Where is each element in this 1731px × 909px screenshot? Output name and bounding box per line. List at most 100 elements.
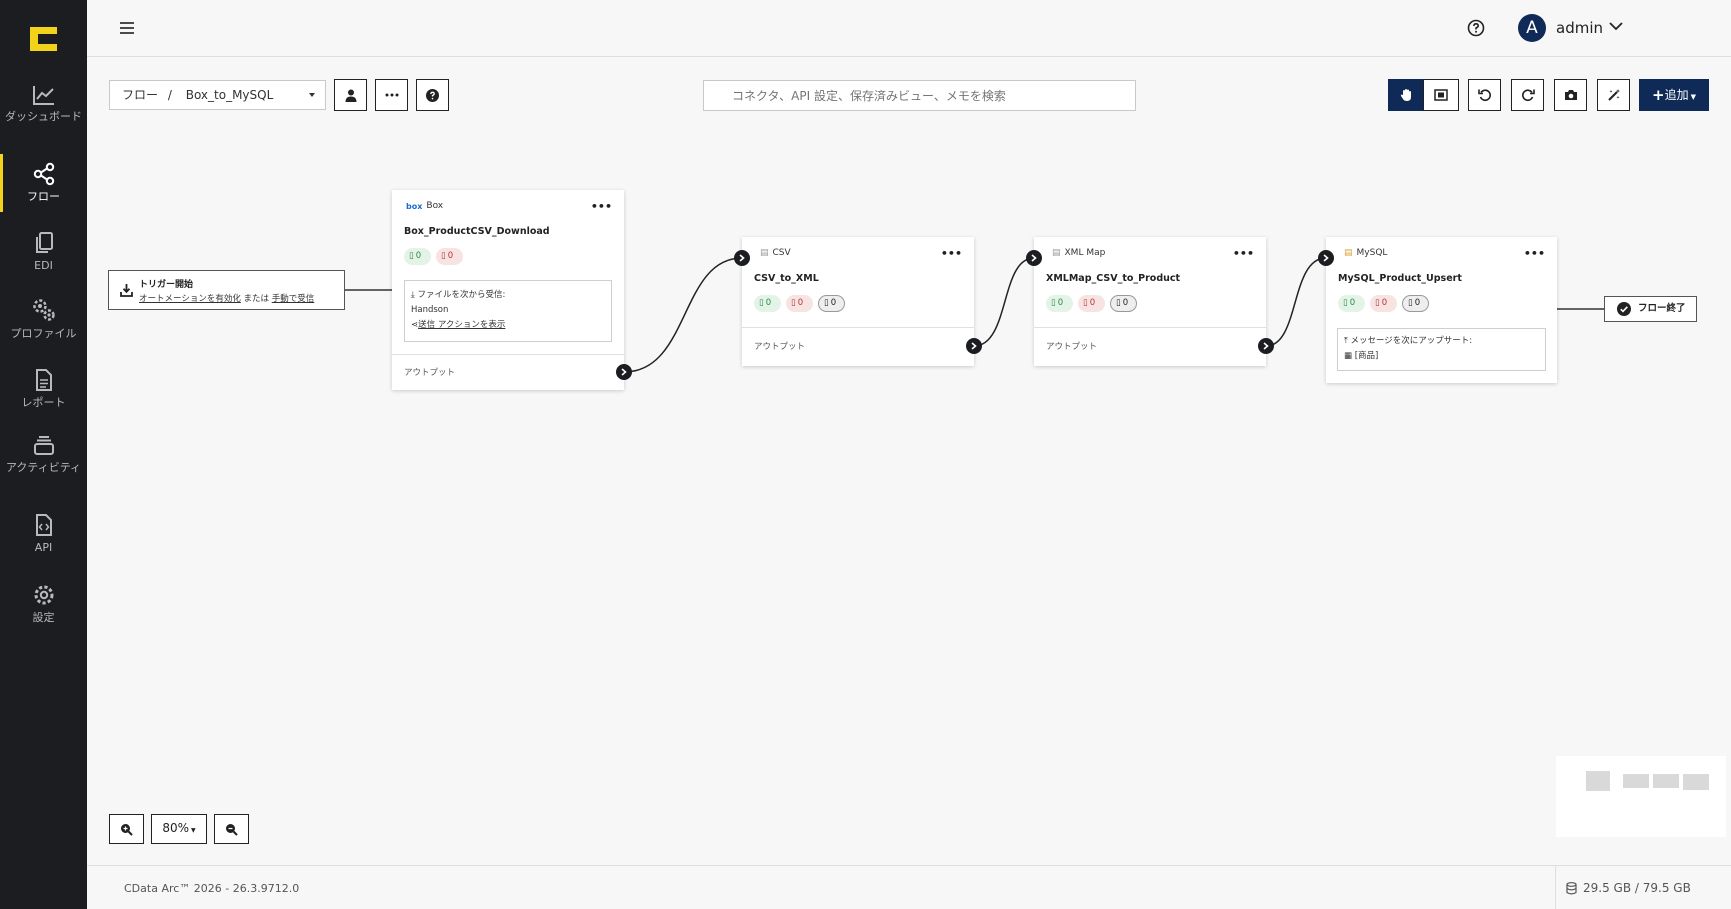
card-more-icon[interactable]: ••• bbox=[591, 200, 612, 213]
sidebar-item-dashboard[interactable]: ダッシュボード bbox=[0, 84, 87, 123]
sidebar-item-flow[interactable]: フロー bbox=[0, 154, 87, 212]
avatar[interactable]: A bbox=[1518, 14, 1546, 42]
upsert-value: [商品] bbox=[1354, 351, 1379, 361]
trigger-start-node[interactable]: トリガー開始 オートメーションを有効化 または 手動で受信 bbox=[108, 270, 345, 310]
chevron-right-icon bbox=[621, 368, 627, 376]
card-more-icon[interactable]: ••• bbox=[1233, 247, 1254, 260]
upsert-label: メッセージを次にアップサート: bbox=[1350, 336, 1473, 346]
help-circle-icon[interactable] bbox=[1467, 19, 1485, 37]
queued-badge[interactable]: ▯ 0 bbox=[818, 295, 845, 312]
connector-type-label: XML Map bbox=[1064, 248, 1106, 258]
chevron-down-icon[interactable] bbox=[1609, 22, 1623, 31]
card-more-icon[interactable]: ••• bbox=[1524, 247, 1545, 260]
success-badge[interactable]: ▯ 0 bbox=[754, 295, 781, 312]
input-port[interactable] bbox=[1026, 250, 1042, 266]
flow-more-button[interactable] bbox=[375, 79, 408, 111]
success-count: 0 bbox=[415, 251, 422, 261]
trigger-title: トリガー開始 bbox=[139, 280, 194, 290]
input-port[interactable] bbox=[1318, 250, 1334, 266]
error-count: 0 bbox=[447, 251, 454, 261]
zoom-in-button[interactable] bbox=[109, 814, 144, 844]
chevron-right-icon bbox=[971, 342, 977, 350]
sidebar-item-report[interactable]: レポート bbox=[0, 368, 87, 409]
connector-name: MySQL_Product_Upsert bbox=[1338, 273, 1462, 284]
sidebar-item-label: プロファイル bbox=[10, 327, 77, 340]
status-badges: ▯ 0 ▯ 0 ▯ 0 bbox=[1046, 295, 1137, 312]
breadcrumb[interactable]: フロー / Box_to_MySQL bbox=[109, 80, 326, 110]
user-name[interactable]: admin bbox=[1556, 19, 1603, 37]
minimap-node bbox=[1653, 774, 1679, 788]
hand-icon bbox=[1400, 89, 1411, 101]
queued-count: 0 bbox=[1414, 298, 1421, 308]
caret-down-icon[interactable] bbox=[309, 93, 315, 97]
chevron-right-icon bbox=[1031, 254, 1037, 262]
breadcrumb-root[interactable]: フロー bbox=[122, 88, 158, 102]
error-badge[interactable]: ▯ 0 bbox=[1078, 295, 1105, 312]
card-divider bbox=[742, 327, 974, 328]
output-port[interactable] bbox=[966, 338, 982, 354]
hamburger-menu-icon[interactable] bbox=[117, 18, 137, 38]
zoom-level: 80% bbox=[162, 821, 190, 835]
snapshot-button[interactable] bbox=[1554, 79, 1587, 111]
cdata-logo-icon[interactable] bbox=[30, 27, 57, 51]
sidebar-item-activity[interactable]: アクティビティ bbox=[0, 435, 87, 474]
file-icon: ▯ bbox=[409, 251, 414, 261]
manual-receive-link[interactable]: 手動で受信 bbox=[272, 294, 315, 304]
auto-arrange-button[interactable] bbox=[1597, 79, 1630, 111]
success-badge[interactable]: ▯ 0 bbox=[1046, 295, 1073, 312]
connector-card-csv[interactable]: ▤ CSV ••• CSV_to_XML ▯ 0 ▯ 0 ▯ 0 アウトプット bbox=[734, 237, 982, 366]
redo-button[interactable] bbox=[1511, 79, 1544, 111]
queued-badge[interactable]: ▯ 0 bbox=[1110, 295, 1137, 312]
show-send-action-link[interactable]: 送信 アクションを表示 bbox=[418, 320, 505, 330]
disk-usage: 29.5 GB / 79.5 GB bbox=[1566, 881, 1691, 895]
minimap[interactable] bbox=[1556, 756, 1726, 837]
chevron-right-icon bbox=[1263, 342, 1269, 350]
flow-end-node[interactable]: フロー終了 bbox=[1604, 296, 1697, 322]
zoom-out-button[interactable] bbox=[214, 814, 249, 844]
select-mode-button[interactable] bbox=[1423, 79, 1459, 111]
output-port[interactable] bbox=[1258, 338, 1274, 354]
search-input[interactable] bbox=[703, 80, 1136, 111]
xml-map-icon: ▤ bbox=[1052, 248, 1061, 258]
zoom-level-dropdown[interactable]: 80% ▼ bbox=[151, 814, 207, 844]
sidebar-item-label: アクティビティ bbox=[5, 461, 82, 474]
flow-help-button[interactable] bbox=[416, 79, 449, 111]
caret-down-icon: ▼ bbox=[1690, 93, 1696, 101]
upsert-value-row: ▦ [商品] bbox=[1344, 348, 1539, 365]
connector-card-box[interactable]: box Box ••• Box_ProductCSV_Download ▯ 0 ▯ 0… bbox=[392, 190, 632, 390]
disk-usage-text: 29.5 GB / 79.5 GB bbox=[1583, 881, 1691, 895]
connector-type: ▤ MySQL bbox=[1344, 248, 1387, 258]
enable-automation-link[interactable]: オートメーションを有効化 bbox=[139, 294, 241, 304]
file-text-icon bbox=[35, 369, 52, 391]
minimap-node bbox=[1683, 774, 1709, 790]
connector-card-xml-map[interactable]: ▤ XML Map ••• XMLMap_CSV_to_Product ▯ 0 ▯ 0… bbox=[1026, 237, 1274, 366]
queued-badge[interactable]: ▯ 0 bbox=[1402, 295, 1429, 312]
error-badge[interactable]: ▯ 0 bbox=[436, 248, 463, 265]
error-badge[interactable]: ▯ 0 bbox=[786, 295, 813, 312]
add-label: 追加 bbox=[1664, 88, 1689, 102]
input-port[interactable] bbox=[734, 250, 750, 266]
output-port[interactable] bbox=[616, 364, 632, 380]
success-count: 0 bbox=[765, 298, 772, 308]
card-more-icon[interactable]: ••• bbox=[941, 247, 962, 260]
add-button[interactable]: +追加 ▼ bbox=[1639, 79, 1709, 111]
sidebar-item-api[interactable]: API bbox=[0, 513, 87, 554]
sidebar-item-edi[interactable]: EDI bbox=[0, 231, 87, 272]
success-badge[interactable]: ▯ 0 bbox=[404, 248, 431, 265]
flow-owner-button[interactable] bbox=[334, 79, 367, 111]
undo-button[interactable] bbox=[1468, 79, 1501, 111]
pan-mode-button[interactable] bbox=[1388, 79, 1424, 111]
chevron-right-icon bbox=[739, 254, 745, 262]
file-icon: ▯ bbox=[1051, 298, 1056, 308]
send-action-row: ⋖送信 アクションを表示 bbox=[411, 317, 605, 334]
connector-xml-mysql bbox=[1265, 257, 1327, 347]
sidebar-item-profile[interactable]: プロファイル bbox=[0, 297, 87, 340]
undo-icon bbox=[1477, 89, 1491, 101]
error-badge[interactable]: ▯ 0 bbox=[1370, 295, 1397, 312]
ellipsis-icon bbox=[385, 93, 398, 97]
status-badges: ▯ 0 ▯ 0 ▯ 0 bbox=[754, 295, 845, 312]
success-count: 0 bbox=[1057, 298, 1064, 308]
connector-card-mysql[interactable]: ▤ MySQL ••• MySQL_Product_Upsert ▯ 0 ▯ 0 ▯ 0… bbox=[1318, 237, 1557, 383]
sidebar-item-settings[interactable]: 設定 bbox=[0, 583, 87, 624]
success-badge[interactable]: ▯ 0 bbox=[1338, 295, 1365, 312]
